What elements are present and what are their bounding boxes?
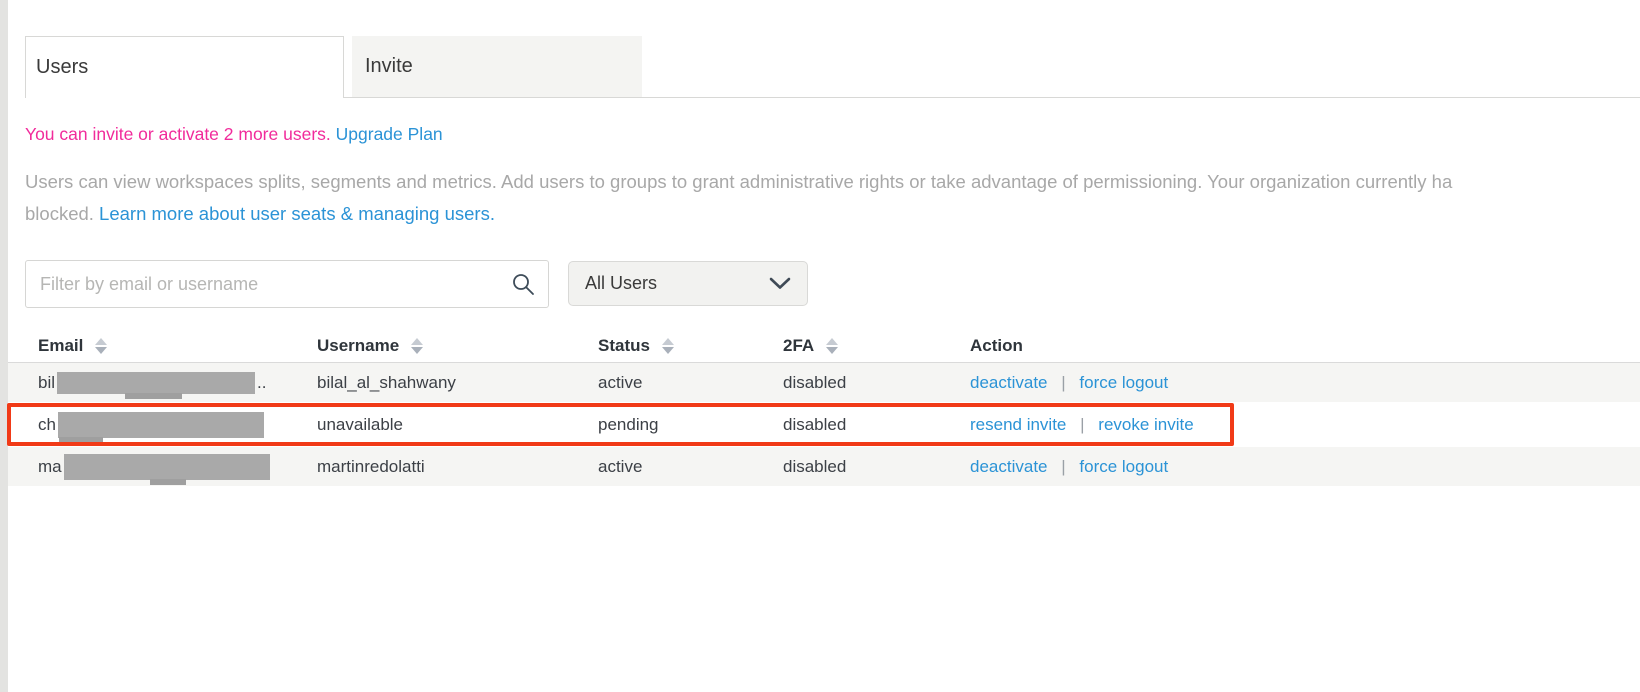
status-cell: active <box>598 457 783 477</box>
tab-users-label: Users <box>36 56 88 79</box>
email-cell: bil .. <box>8 372 317 394</box>
search-icon <box>510 271 536 297</box>
status-cell: active <box>598 373 783 393</box>
action-cell: resend invite | revoke invite <box>970 415 1640 435</box>
tab-invite-label: Invite <box>365 55 413 78</box>
tab-invite[interactable]: Invite <box>352 36 642 97</box>
table-row-pending: ch unavailable pending disabled resend i… <box>8 402 1640 447</box>
action-separator: | <box>1061 373 1065 392</box>
column-header-2fa-label: 2FA <box>783 336 814 356</box>
email-redaction-box <box>58 412 264 438</box>
description-line-1: Users can view workspaces splits, segmen… <box>25 166 1640 198</box>
sort-icon-2fa[interactable] <box>826 338 838 354</box>
user-filter-dropdown[interactable]: All Users <box>568 261 808 306</box>
description-line-2-text: blocked. <box>25 203 99 224</box>
column-header-action-label: Action <box>970 336 1023 356</box>
table-row-martin: ma martinredolatti active disabled deact… <box>8 447 1640 486</box>
chevron-down-icon <box>769 277 791 290</box>
force-logout-link[interactable]: force logout <box>1079 457 1168 476</box>
twofa-cell: disabled <box>783 373 970 393</box>
action-separator: | <box>1080 415 1084 434</box>
users-description: Users can view workspaces splits, segmen… <box>25 166 1640 229</box>
column-header-status: Status <box>598 336 783 356</box>
column-header-email-label: Email <box>38 336 83 356</box>
force-logout-link[interactable]: force logout <box>1079 373 1168 392</box>
deactivate-link[interactable]: deactivate <box>970 373 1048 392</box>
column-header-status-label: Status <box>598 336 650 356</box>
column-header-email: Email <box>8 336 317 356</box>
column-header-username: Username <box>317 336 598 356</box>
learn-more-link[interactable]: Learn more about user seats & managing u… <box>99 203 495 224</box>
username-cell: bilal_al_shahwany <box>317 373 598 393</box>
email-redaction-box <box>57 372 255 394</box>
column-header-username-label: Username <box>317 336 399 356</box>
seat-notice: You can invite or activate 2 more users.… <box>25 124 443 145</box>
email-visible-text: ma <box>38 457 62 477</box>
filter-field-wrap <box>25 260 549 308</box>
table-row-bilal: bil .. bilal_al_shahwany active disabled… <box>8 363 1640 402</box>
status-cell: pending <box>598 415 783 435</box>
sort-icon-username[interactable] <box>411 338 423 354</box>
twofa-cell: disabled <box>783 415 970 435</box>
action-cell: deactivate | force logout <box>970 373 1640 393</box>
tab-bar-divider <box>344 97 1640 98</box>
redaction-tail <box>125 393 182 399</box>
page-edge-strip <box>0 0 8 692</box>
username-cell: martinredolatti <box>317 457 598 477</box>
column-header-action: Action <box>970 336 1640 356</box>
email-visible-text: ch <box>38 415 56 435</box>
description-line-2: blocked. Learn more about user seats & m… <box>25 198 1640 230</box>
resend-invite-link[interactable]: resend invite <box>970 415 1066 434</box>
tab-users[interactable]: Users <box>25 36 344 98</box>
email-cell: ma <box>8 454 317 480</box>
action-cell: deactivate | force logout <box>970 457 1640 477</box>
sort-icon-email[interactable] <box>95 338 107 354</box>
email-redaction-box <box>64 454 270 480</box>
upgrade-plan-link[interactable]: Upgrade Plan <box>336 124 443 144</box>
user-filter-dropdown-value: All Users <box>585 273 769 294</box>
username-cell: unavailable <box>317 415 598 435</box>
action-separator: | <box>1061 457 1065 476</box>
filter-input[interactable] <box>25 260 549 308</box>
email-cell: ch <box>8 412 317 438</box>
users-admin-page: Users Invite You can invite or activate … <box>0 0 1640 692</box>
email-truncation: .. <box>257 373 266 393</box>
redaction-tail <box>150 479 186 485</box>
redaction-tail <box>59 437 103 443</box>
column-header-2fa: 2FA <box>783 336 970 356</box>
seat-notice-message: You can invite or activate 2 more users. <box>25 124 331 144</box>
deactivate-link[interactable]: deactivate <box>970 457 1048 476</box>
email-visible-text: bil <box>38 373 55 393</box>
table-header-row: Email Username Status 2FA Action <box>8 330 1640 362</box>
sort-icon-status[interactable] <box>662 338 674 354</box>
twofa-cell: disabled <box>783 457 970 477</box>
revoke-invite-link[interactable]: revoke invite <box>1098 415 1193 434</box>
